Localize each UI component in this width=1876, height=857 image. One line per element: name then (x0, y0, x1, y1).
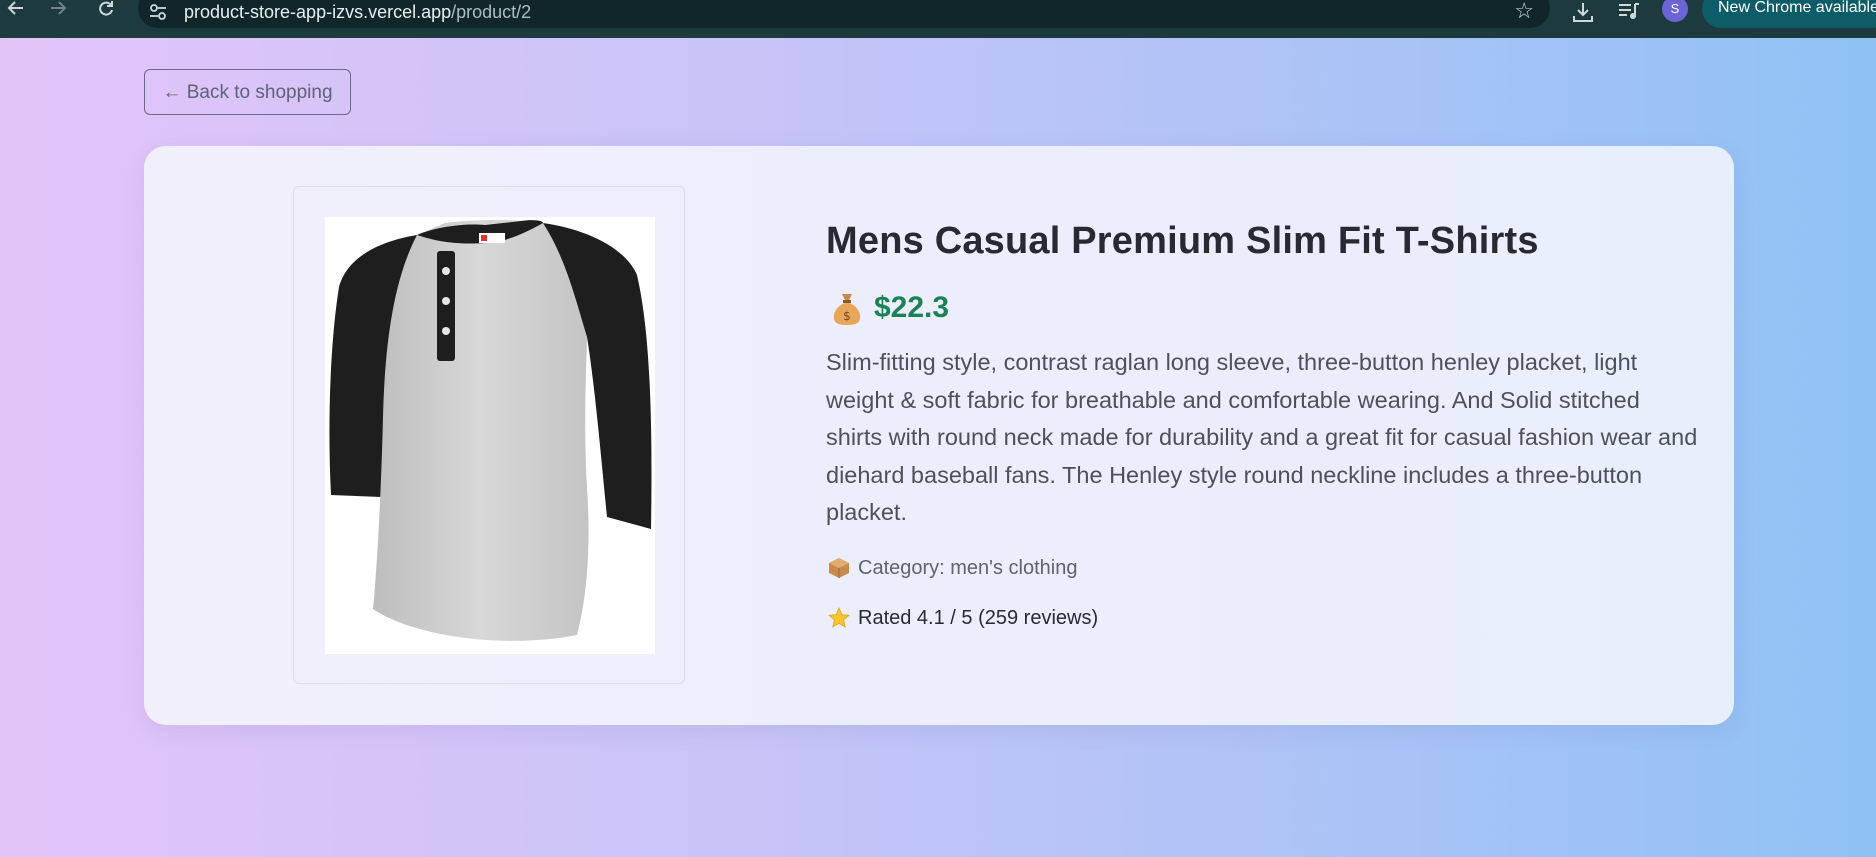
tune-icon[interactable] (148, 2, 168, 22)
address-bar[interactable]: product-store-app-izvs.vercel.app/produc… (138, 0, 1550, 28)
download-icon[interactable] (1571, 2, 1597, 22)
product-image (325, 217, 655, 654)
package-icon (828, 557, 850, 579)
browser-toolbar: product-store-app-izvs.vercel.app/produc… (0, 0, 1876, 38)
url-text[interactable]: product-store-app-izvs.vercel.app/produc… (184, 2, 531, 22)
chrome-update-button[interactable]: New Chrome available (1702, 0, 1876, 28)
raglan-henley-shirt-illustration (329, 220, 652, 641)
reload-icon[interactable] (94, 0, 118, 20)
profile-avatar[interactable]: S (1662, 0, 1688, 22)
product-image-frame (293, 186, 685, 684)
rating-text: Rated 4.1 / 5 (259 reviews) (858, 607, 1099, 629)
back-to-shopping-button[interactable]: ← Back to shopping (144, 69, 351, 115)
bookmark-star-icon[interactable]: ☆ (1514, 0, 1534, 22)
star-icon (828, 607, 850, 629)
url-path: /product/2 (451, 2, 532, 22)
back-arrow-icon[interactable] (4, 0, 28, 20)
product-description: Slim-fitting style, contrast raglan long… (826, 349, 1698, 526)
product-card: Mens Casual Premium Slim Fit T-Shirts $ … (144, 146, 1734, 725)
product-price: $22.3 (874, 291, 950, 324)
svg-text:$: $ (843, 309, 851, 323)
category-text: Category: men's clothing (858, 557, 1078, 579)
url-host: product-store-app-izvs.vercel.app (184, 2, 452, 22)
queue-music-icon[interactable] (1617, 2, 1643, 22)
money-bag-icon: $ (832, 290, 862, 326)
forward-arrow-icon[interactable] (46, 0, 70, 20)
product-title: Mens Casual Premium Slim Fit T-Shirts (826, 220, 1539, 262)
